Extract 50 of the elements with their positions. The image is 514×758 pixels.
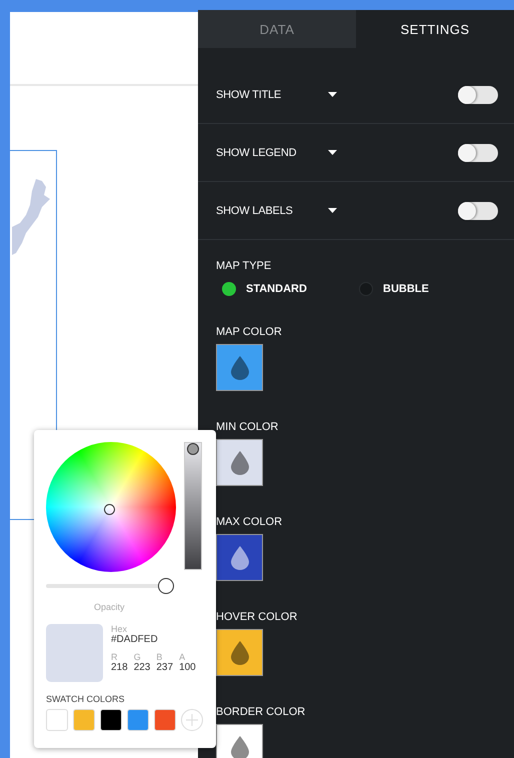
swatch[interactable] xyxy=(154,709,176,731)
toggle-switch[interactable] xyxy=(458,202,498,220)
drop-icon xyxy=(230,356,248,380)
opacity-slider[interactable] xyxy=(46,578,174,594)
radio-option[interactable]: BUBBLE xyxy=(359,282,496,296)
radio-option[interactable]: STANDARD xyxy=(222,282,359,296)
drop-icon xyxy=(230,546,248,570)
color-swatch[interactable] xyxy=(216,629,263,676)
swatch[interactable] xyxy=(73,709,95,731)
tab[interactable]: DATA xyxy=(198,10,356,48)
color-swatch[interactable] xyxy=(216,724,263,758)
hex-value[interactable]: #DADFED xyxy=(111,634,196,645)
channel-label: B xyxy=(156,652,164,662)
channel-value[interactable]: 100 xyxy=(179,662,196,673)
setting-label: SHOW LABELS xyxy=(216,204,294,216)
color-label: HOVER COLOR xyxy=(216,611,298,623)
channel-value[interactable]: 237 xyxy=(156,662,174,673)
swatch[interactable] xyxy=(127,709,149,731)
color-label: MAX COLOR xyxy=(216,516,284,528)
color-label: MIN COLOR xyxy=(216,421,280,433)
toggle-switch[interactable] xyxy=(458,144,498,162)
opacity-label: Opacity xyxy=(94,602,125,612)
drop-icon xyxy=(230,640,248,664)
channel-label: G xyxy=(134,652,142,662)
setting-label: SHOW TITLE xyxy=(216,88,282,100)
swatch-label: SWATCH COLORS xyxy=(46,694,126,704)
toggle-switch[interactable] xyxy=(458,86,498,104)
slider-thumb[interactable] xyxy=(158,578,174,594)
channel-value[interactable]: 218 xyxy=(111,662,128,673)
slider-thumb[interactable] xyxy=(187,443,199,455)
hex-label: Hex xyxy=(111,624,128,634)
swatch[interactable] xyxy=(100,709,122,731)
color-label: BORDER COLOR xyxy=(216,706,306,718)
drop-icon xyxy=(230,450,248,474)
channel-label: R xyxy=(111,652,118,662)
caret-icon[interactable] xyxy=(328,92,337,97)
section-label: MAP TYPE xyxy=(216,260,272,272)
brightness-slider[interactable] xyxy=(184,442,202,570)
color-swatch[interactable] xyxy=(216,344,263,391)
channel-value[interactable]: 223 xyxy=(134,662,150,673)
caret-icon[interactable] xyxy=(328,150,337,155)
swatch[interactable] xyxy=(46,709,68,731)
caret-icon[interactable] xyxy=(328,208,337,213)
color-swatch[interactable] xyxy=(216,534,263,581)
color-label: MAP COLOR xyxy=(216,326,283,338)
channel-label: A xyxy=(179,652,186,662)
drop-icon xyxy=(230,736,248,758)
color-swatch[interactable] xyxy=(216,439,263,486)
color-preview xyxy=(46,624,103,682)
setting-label: SHOW LEGEND xyxy=(216,146,298,158)
